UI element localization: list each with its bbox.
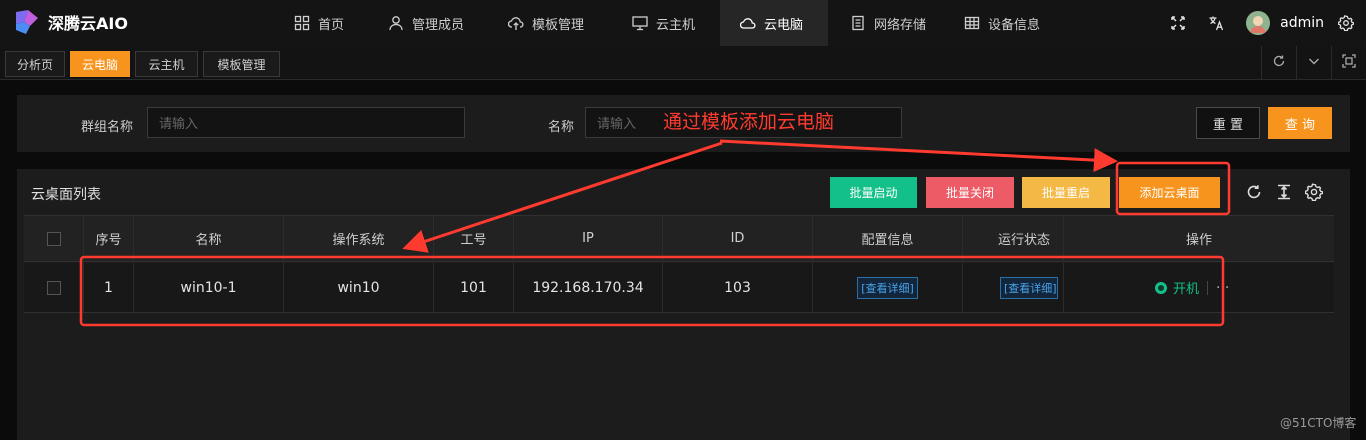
group-name-label: 群组名称 — [81, 120, 134, 135]
nav-label: 云电脑 — [764, 17, 804, 33]
list-title: 云桌面列表 — [31, 187, 101, 203]
batch-stop-button[interactable]: 批量关闭 — [926, 177, 1014, 208]
desktop-list-panel: 云桌面列表 批量启动 批量关闭 批量重启 添加云桌面 序号 名称 操作系统 工号… — [17, 169, 1350, 440]
name-label: 名称 — [548, 120, 575, 135]
top-navbar: 深腾云AIO 首页 管理成员 模板管理 云主机 云电脑 网络存储 设备信息 ad… — [0, 0, 1366, 46]
tab-templates[interactable]: 模板管理 — [203, 51, 280, 77]
gear-icon[interactable] — [1337, 15, 1355, 32]
row-ip: 192.168.170.34 — [514, 263, 663, 312]
fullscreen-icon[interactable] — [1170, 15, 1186, 31]
nav-item-cloud-host[interactable]: 云主机 — [616, 0, 720, 46]
power-on-label: 开机 — [1173, 282, 1200, 297]
tabs-tools — [1261, 46, 1366, 80]
row-config-cell: [查看详细] — [813, 263, 963, 312]
brand[interactable]: 深腾云AIO — [14, 8, 128, 36]
maximize-tab-button[interactable] — [1331, 46, 1366, 80]
document-icon — [850, 15, 866, 31]
reload-icon[interactable] — [1245, 183, 1263, 201]
cloud-icon — [739, 15, 756, 31]
row-work-no: 101 — [434, 263, 514, 312]
refresh-tab-button[interactable] — [1261, 46, 1296, 80]
tab-analysis[interactable]: 分析页 — [5, 51, 65, 77]
reset-button[interactable]: 重 置 — [1196, 107, 1260, 139]
batch-restart-button[interactable]: 批量重启 — [1022, 177, 1110, 208]
row-name: win10-1 — [134, 263, 284, 312]
nav-item-devices[interactable]: 设备信息 — [950, 0, 1062, 46]
column-header[interactable]: 配置信息 — [813, 216, 963, 261]
view-config-link[interactable]: [查看详细] — [857, 276, 918, 299]
column-height-icon[interactable] — [1275, 183, 1293, 201]
app-logo-icon — [14, 8, 40, 36]
more-actions-button[interactable]: ··· — [1216, 280, 1229, 296]
row-actions-cell: 开机 ··· — [1064, 263, 1334, 312]
column-header[interactable]: 运行状态 — [963, 216, 1064, 261]
settings-icon[interactable] — [1304, 183, 1324, 202]
monitor-icon — [632, 15, 648, 31]
nav-label: 网络存储 — [874, 17, 927, 33]
column-header[interactable]: 名称 — [134, 216, 284, 261]
column-header[interactable]: ID — [663, 216, 813, 261]
nav-item-members[interactable]: 管理成员 — [372, 0, 494, 46]
column-header[interactable]: 操作系统 — [284, 216, 434, 261]
row-select-cell — [24, 263, 84, 312]
view-status-link[interactable]: [查看详细] — [1000, 276, 1058, 299]
expand-icon — [1342, 54, 1356, 72]
user-name[interactable]: admin — [1280, 15, 1324, 31]
nav-label: 模板管理 — [532, 17, 585, 33]
group-name-input[interactable]: 请输入 — [147, 107, 465, 138]
search-form: 群组名称 请输入 名称 请输入 重 置 查 询 — [17, 95, 1350, 152]
query-button[interactable]: 查 询 — [1268, 107, 1332, 139]
column-header[interactable]: 序号 — [84, 216, 134, 261]
nav-item-home[interactable]: 首页 — [278, 0, 372, 46]
add-desktop-button[interactable]: 添加云桌面 — [1119, 177, 1220, 208]
nav-item-templates[interactable]: 模板管理 — [494, 0, 616, 46]
nav-label: 设备信息 — [988, 17, 1041, 33]
watermark: @51CTO博客 — [1280, 416, 1357, 430]
power-on-button[interactable]: 开机 — [1155, 278, 1199, 297]
user-icon — [388, 15, 404, 31]
table-header: 序号 名称 操作系统 工号 IP ID 配置信息 运行状态 操作 — [24, 215, 1334, 262]
chevron-down-icon — [1307, 54, 1321, 72]
row-checkbox[interactable] — [46, 280, 61, 295]
nav-item-cloud-pc[interactable]: 云电脑 — [720, 0, 828, 46]
refresh-icon — [1272, 54, 1286, 72]
column-header[interactable]: IP — [514, 216, 663, 261]
table-row[interactable]: 1 win10-1 win10 101 192.168.170.34 103 [… — [24, 263, 1334, 313]
nav-label: 云主机 — [656, 17, 696, 33]
row-status-cell: [查看详细] — [963, 263, 1064, 312]
name-input[interactable]: 请输入 — [585, 107, 902, 138]
tab-cloud-pc[interactable]: 云电脑 — [70, 51, 130, 77]
batch-start-button[interactable]: 批量启动 — [830, 177, 917, 208]
top-right-tools: admin — [1170, 0, 1366, 46]
cloud-upload-icon — [507, 15, 524, 31]
app-name: 深腾云AIO — [48, 14, 128, 33]
nav-item-storage[interactable]: 网络存储 — [828, 0, 950, 46]
grid-icon — [294, 15, 310, 31]
tab-cloud-host[interactable]: 云主机 — [135, 51, 198, 77]
power-icon — [1155, 281, 1167, 294]
row-index: 1 — [84, 263, 134, 312]
nav-label: 首页 — [318, 17, 345, 33]
tabs-dropdown-button[interactable] — [1296, 46, 1331, 80]
column-header[interactable]: 工号 — [434, 216, 514, 261]
nav-label: 管理成员 — [412, 17, 465, 33]
table-icon — [964, 15, 980, 31]
select-all-checkbox[interactable] — [46, 231, 61, 246]
tabs-bar: 分析页 云电脑 云主机 模板管理 — [0, 46, 1366, 80]
row-id: 103 — [663, 263, 813, 312]
select-all-cell — [24, 216, 84, 261]
translate-icon[interactable] — [1208, 15, 1224, 31]
divider — [1207, 280, 1209, 295]
row-os: win10 — [284, 263, 434, 312]
avatar[interactable] — [1246, 11, 1271, 35]
column-header[interactable]: 操作 — [1064, 216, 1334, 261]
main-nav: 首页 管理成员 模板管理 云主机 云电脑 网络存储 设备信息 — [278, 0, 1062, 46]
